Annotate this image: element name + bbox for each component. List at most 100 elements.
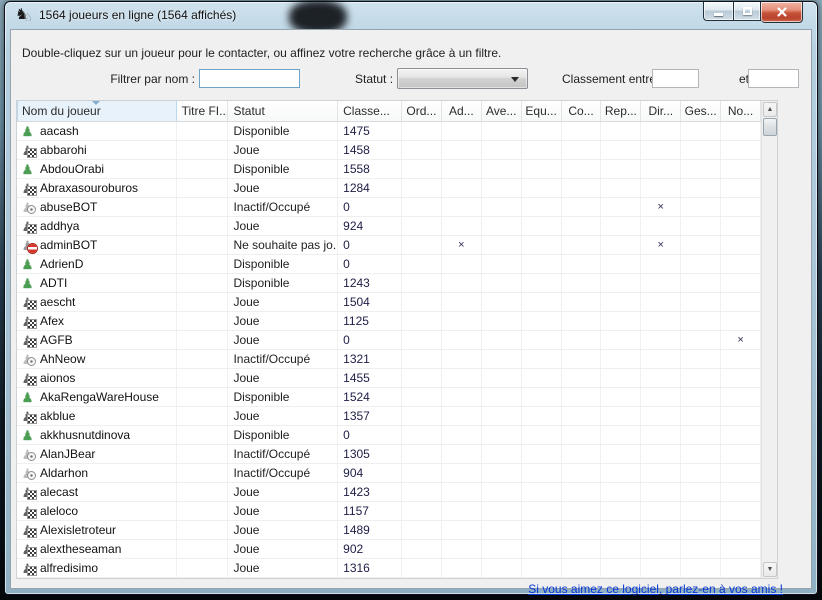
column-header-nom-du-joueur[interactable]: Nom du joueur <box>17 101 177 121</box>
table-row[interactable]: ♟AlanJBearInactif/Occupé1305 <box>17 445 761 464</box>
table-row[interactable]: ♟AlexisletroteurJoue1489 <box>17 521 761 540</box>
column-header-ges[interactable]: Ges... <box>681 101 721 121</box>
table-row[interactable]: ♟akkhusnutdinovaDisponible0 <box>17 426 761 445</box>
column-header-ave[interactable]: Ave... <box>482 101 522 121</box>
column-header-dir[interactable]: Dir... <box>641 101 681 121</box>
player-rep-cell <box>601 483 641 501</box>
table-row[interactable]: ♟AGFBJoue0× <box>17 331 761 350</box>
chevron-down-icon <box>511 77 519 82</box>
column-header-label: Titre FI... <box>182 104 229 118</box>
table-row[interactable]: ♟AbraxasouroburosJoue1284 <box>17 179 761 198</box>
player-dir-cell <box>641 179 681 197</box>
minimize-button[interactable] <box>703 2 733 21</box>
column-header-ord[interactable]: Ord... <box>402 101 442 121</box>
player-equ-cell <box>522 483 562 501</box>
scroll-down-button[interactable]: ▼ <box>763 562 777 577</box>
table-row[interactable]: ♟AkaRengaWareHouseDisponible1524 <box>17 388 761 407</box>
player-no-cell <box>721 445 761 463</box>
table-row[interactable]: ♟abbarohiJoue1458 <box>17 141 761 160</box>
table-row[interactable]: ♟AdrienDDisponible0 <box>17 255 761 274</box>
table-row[interactable]: ♟aeschtJoue1504 <box>17 293 761 312</box>
player-no-cell <box>721 217 761 235</box>
player-rating-cell: 1125 <box>338 312 402 330</box>
column-header-classement[interactable]: Classe... <box>338 101 402 121</box>
player-ord-cell <box>402 141 442 159</box>
player-ord-cell <box>402 331 442 349</box>
table-row[interactable]: ♟AbdouOrabiDisponible1558 <box>17 160 761 179</box>
table-row[interactable]: ♟aacashDisponible1475 <box>17 122 761 141</box>
table-row[interactable]: ♟alecast Joue1423 <box>17 483 761 502</box>
scrollbar-thumb[interactable] <box>763 118 777 136</box>
scroll-up-button[interactable]: ▲ <box>763 102 777 117</box>
sort-ascending-icon <box>92 101 100 105</box>
column-header-equ[interactable]: Equ... <box>522 101 562 121</box>
player-status-inactive-pawn-icon: ♟ <box>19 465 36 482</box>
player-co-cell <box>562 179 602 197</box>
table-row[interactable]: ♟ADTIDisponible1243 <box>17 274 761 293</box>
rating-max-input[interactable] <box>748 69 799 88</box>
player-ad-cell <box>442 274 482 292</box>
player-name-cell: ♟abuseBOT <box>17 198 177 216</box>
column-header-ad[interactable]: Ad... <box>442 101 482 121</box>
table-row[interactable]: ♟alfredisimoJoue1316 <box>17 559 761 578</box>
player-co-cell <box>562 141 602 159</box>
column-header-label: Co... <box>568 104 593 118</box>
column-header-co[interactable]: Co... <box>562 101 602 121</box>
table-row[interactable]: ♟alextheseamanJoue902 <box>17 540 761 559</box>
player-title-cell <box>177 217 229 235</box>
player-rating-cell: 1321 <box>338 350 402 368</box>
table-row[interactable]: ♟alelocoJoue1157 <box>17 502 761 521</box>
player-status-cell: Joue <box>228 483 338 501</box>
player-status-cell: Inactif/Occupé <box>228 464 338 482</box>
column-header-titre-fide[interactable]: Titre FI... <box>177 101 229 121</box>
player-name-cell: ♟alecast <box>17 483 177 501</box>
column-header-statut[interactable]: Statut <box>228 101 338 121</box>
player-status-cell: Ne souhaite pas jo... <box>228 236 338 254</box>
vertical-scrollbar[interactable]: ▲ ▼ <box>761 101 777 578</box>
player-rep-cell <box>601 369 641 387</box>
player-equ-cell <box>522 407 562 425</box>
filter-name-label: Filtrer par nom : <box>69 72 195 86</box>
filter-name-input[interactable] <box>199 69 300 88</box>
player-title-cell <box>177 331 229 349</box>
column-header-rep[interactable]: Rep... <box>601 101 641 121</box>
rating-min-input[interactable] <box>652 69 699 88</box>
player-no-cell <box>721 521 761 539</box>
share-link[interactable]: Si vous aimez ce logiciel, parlez-en à v… <box>528 582 783 596</box>
player-co-cell <box>562 483 602 501</box>
table-row[interactable]: ♟addhyaJoue924 <box>17 217 761 236</box>
player-co-cell <box>562 312 602 330</box>
player-status-cell: Joue <box>228 293 338 311</box>
player-ave-cell <box>482 388 522 406</box>
player-ave-cell <box>482 331 522 349</box>
table-row[interactable]: ♟akblueJoue1357 <box>17 407 761 426</box>
player-status-cell: Joue <box>228 312 338 330</box>
player-ord-cell <box>402 312 442 330</box>
player-ges-cell <box>681 559 721 577</box>
player-status-cell: Disponible <box>228 388 338 406</box>
table-row[interactable]: ♟aionosJoue1455 <box>17 369 761 388</box>
player-ord-cell <box>402 179 442 197</box>
table-row[interactable]: ♟AhNeowInactif/Occupé1321 <box>17 350 761 369</box>
player-ord-cell <box>402 293 442 311</box>
player-status-cell: Joue <box>228 331 338 349</box>
player-name: akkhusnutdinova <box>40 426 130 444</box>
table-row[interactable]: ♟AfexJoue1125 <box>17 312 761 331</box>
player-ave-cell <box>482 217 522 235</box>
table-row[interactable]: ♟abuseBOTInactif/Occupé0× <box>17 198 761 217</box>
player-dir-cell <box>641 217 681 235</box>
player-rating-cell: 1423 <box>338 483 402 501</box>
status-select[interactable] <box>397 68 528 89</box>
close-button[interactable] <box>761 2 803 23</box>
player-co-cell <box>562 160 602 178</box>
player-no-cell <box>721 255 761 273</box>
column-header-no[interactable]: No... <box>721 101 761 121</box>
player-no-cell <box>721 160 761 178</box>
column-header-label: Ave... <box>486 104 516 118</box>
table-row[interactable]: ♟AldarhonInactif/Occupé904 <box>17 464 761 483</box>
player-ad-cell <box>442 426 482 444</box>
player-name: Alexisletroteur <box>40 521 116 539</box>
player-ord-cell <box>402 198 442 216</box>
table-row[interactable]: ♟adminBOTNe souhaite pas jo...0×× <box>17 236 761 255</box>
maximize-button[interactable] <box>733 2 761 21</box>
